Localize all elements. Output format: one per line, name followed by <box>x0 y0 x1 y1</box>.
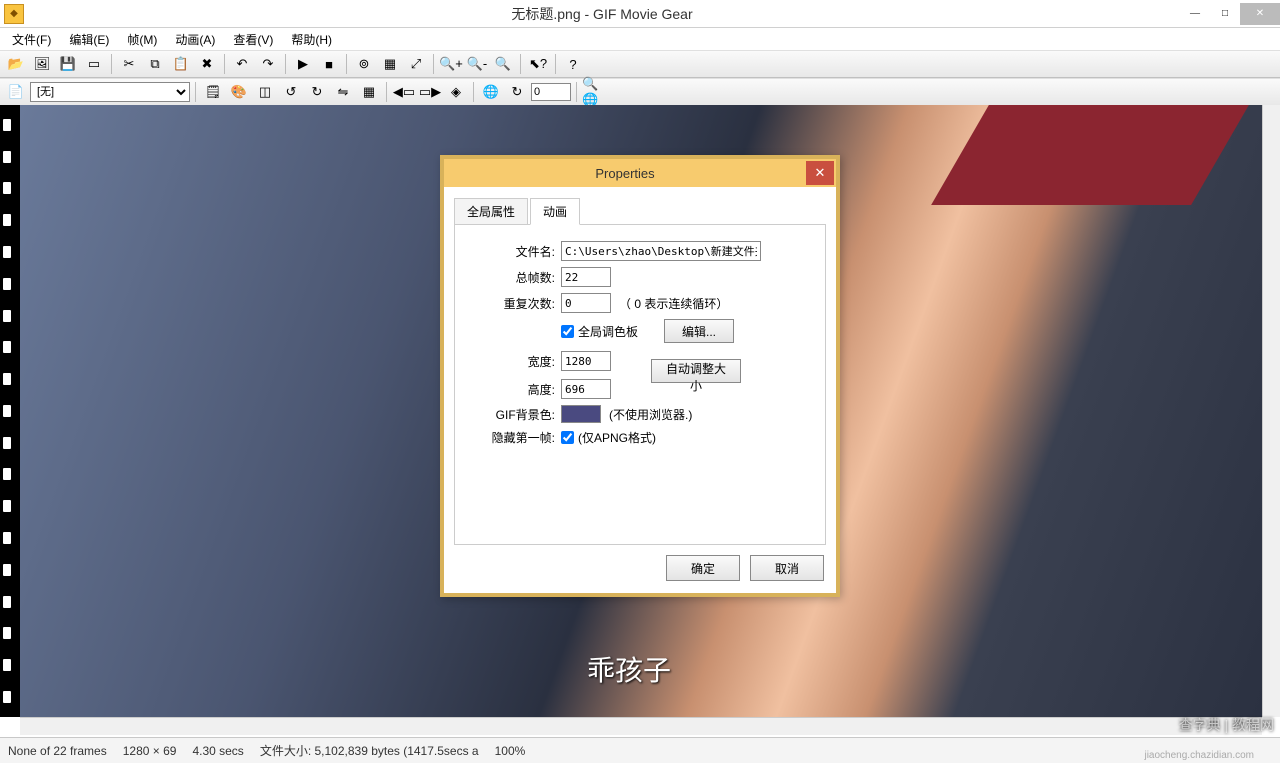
label-hide-first: 隐藏第一帧: <box>465 429 555 446</box>
menu-animation[interactable]: 动画(A) <box>167 29 223 50</box>
menubar: 文件(F) 编辑(E) 帧(M) 动画(A) 查看(V) 帮助(H) <box>0 28 1280 50</box>
ok-button[interactable]: 确定 <box>666 555 740 581</box>
total-frames-input[interactable] <box>561 267 611 287</box>
toolbar-main: 📂 🖼 💾 ▭ ✂ ⧉ 📋 ✖ ↶ ↷ ▶ ■ ⊚ ▦ ⤢ 🔍+ 🔍- 🔍 ⬉?… <box>0 50 1280 78</box>
autosize-button[interactable]: 自动调整大小 <box>651 359 741 383</box>
status-seconds: 4.30 secs <box>192 744 243 758</box>
edit-palette-button[interactable]: 编辑... <box>664 319 734 343</box>
repeat-hint: （ 0 表示连续循环） <box>619 295 728 312</box>
tab-animation[interactable]: 动画 <box>530 198 580 225</box>
stop-icon[interactable]: ■ <box>317 53 341 75</box>
label-bgcolor: GIF背景色: <box>465 406 555 423</box>
label-repeat: 重复次数: <box>465 295 555 312</box>
paste-icon[interactable]: 📋 <box>169 53 193 75</box>
dialog-buttons: 确定 取消 <box>444 545 836 593</box>
menu-file[interactable]: 文件(F) <box>4 29 59 50</box>
status-zoom: 100% <box>495 744 526 758</box>
label-global-palette: 全局调色板 <box>578 323 638 340</box>
vertical-scrollbar[interactable] <box>1262 105 1280 717</box>
bgcolor-hint: (不使用浏览器.) <box>609 406 692 423</box>
status-dimensions: 1280 × 69 <box>123 744 177 758</box>
bgcolor-swatch[interactable] <box>561 405 601 423</box>
watermark: 查字典 | 教程网 <box>1179 715 1274 735</box>
loop-count-input[interactable] <box>531 83 571 101</box>
frame-props-icon[interactable]: 🗒 <box>201 81 225 103</box>
save-icon[interactable]: 💾 <box>56 53 80 75</box>
menu-edit[interactable]: 编辑(E) <box>61 29 117 50</box>
global-palette-checkbox[interactable] <box>561 325 574 338</box>
cancel-button[interactable]: 取消 <box>750 555 824 581</box>
properties-dialog: Properties ✕ 全局属性 动画 文件名: 总帧数: 重复次数: （ 0… <box>440 155 840 597</box>
dialog-tabs: 全局属性 动画 <box>454 197 826 225</box>
tab-content: 文件名: 总帧数: 重复次数: （ 0 表示连续循环） 全局调色板 编辑... … <box>454 225 826 545</box>
transparency-icon[interactable]: ▦ <box>357 81 381 103</box>
tab-global[interactable]: 全局属性 <box>454 198 528 225</box>
optimize-icon[interactable]: ⊚ <box>352 53 376 75</box>
minimize-button[interactable]: — <box>1180 3 1210 25</box>
status-frames: None of 22 frames <box>8 744 107 758</box>
label-total-frames: 总帧数: <box>465 269 555 286</box>
label-height: 高度: <box>465 381 555 398</box>
resize-icon[interactable]: ⤢ <box>404 53 428 75</box>
new-blank-icon[interactable]: ▭ <box>82 53 106 75</box>
subtitle-text: 乖孩子 <box>587 649 671 689</box>
move-right-icon[interactable]: ▭▶ <box>418 81 442 103</box>
dialog-title: Properties <box>444 166 806 181</box>
watermark-url: jiaocheng.chazidian.com <box>1144 750 1254 761</box>
properties-icon[interactable]: 📄 <box>4 81 28 103</box>
move-left-icon[interactable]: ◀▭ <box>392 81 416 103</box>
dialog-close-button[interactable]: ✕ <box>806 161 834 185</box>
app-icon: ◆ <box>4 4 24 24</box>
help-icon[interactable]: ? <box>561 53 585 75</box>
filename-input[interactable] <box>561 241 761 261</box>
redo-icon[interactable]: ↷ <box>256 53 280 75</box>
hide-first-hint: (仅APNG格式) <box>578 429 656 446</box>
window-buttons: — □ ✕ <box>1180 3 1280 25</box>
dialog-titlebar[interactable]: Properties ✕ <box>444 159 836 187</box>
menu-view[interactable]: 查看(V) <box>225 29 281 50</box>
menu-help[interactable]: 帮助(H) <box>283 29 340 50</box>
horizontal-scrollbar[interactable] <box>20 717 1262 735</box>
label-width: 宽度: <box>465 353 555 370</box>
globe-icon[interactable]: 🌐 <box>479 81 503 103</box>
zoom-in-icon[interactable]: 🔍+ <box>439 53 463 75</box>
hide-first-checkbox[interactable] <box>561 431 574 444</box>
loop-icon[interactable]: ↻ <box>505 81 529 103</box>
preview-browser-icon[interactable]: 🔍🌐 <box>582 81 606 103</box>
filmstrip <box>0 105 20 717</box>
window-title: 无标题.png - GIF Movie Gear <box>24 4 1180 24</box>
cut-icon[interactable]: ✂ <box>117 53 141 75</box>
zoom-100-icon[interactable]: 🔍 <box>491 53 515 75</box>
repeat-input[interactable] <box>561 293 611 313</box>
rotate-left-icon[interactable]: ↺ <box>279 81 303 103</box>
menu-frame[interactable]: 帧(M) <box>119 29 165 50</box>
crop-icon[interactable]: ◫ <box>253 81 277 103</box>
copy-icon[interactable]: ⧉ <box>143 53 167 75</box>
zoom-out-icon[interactable]: 🔍- <box>465 53 489 75</box>
close-button[interactable]: ✕ <box>1240 3 1280 25</box>
undo-icon[interactable]: ↶ <box>230 53 254 75</box>
titlebar: ◆ 无标题.png - GIF Movie Gear — □ ✕ <box>0 0 1280 28</box>
flip-h-icon[interactable]: ⇋ <box>331 81 355 103</box>
preset-dropdown[interactable]: [无] <box>30 82 190 102</box>
status-filesize: 文件大小: 5,102,839 bytes (1417.5secs a <box>260 742 479 759</box>
delete-icon[interactable]: ✖ <box>195 53 219 75</box>
rotate-right-icon[interactable]: ↻ <box>305 81 329 103</box>
insert-frames-icon[interactable]: 🖼 <box>30 53 54 75</box>
label-filename: 文件名: <box>465 243 555 260</box>
center-icon[interactable]: ◈ <box>444 81 468 103</box>
statusbar: None of 22 frames 1280 × 69 4.30 secs 文件… <box>0 737 1280 763</box>
pointer-icon[interactable]: ⬉? <box>526 53 550 75</box>
height-input[interactable] <box>561 379 611 399</box>
reduce-colors-icon[interactable]: ▦ <box>378 53 402 75</box>
palette-icon[interactable]: 🎨 <box>227 81 251 103</box>
width-input[interactable] <box>561 351 611 371</box>
play-icon[interactable]: ▶ <box>291 53 315 75</box>
toolbar-secondary: 📄 [无] 🗒 🎨 ◫ ↺ ↻ ⇋ ▦ ◀▭ ▭▶ ◈ 🌐 ↻ 🔍🌐 <box>0 78 1280 106</box>
open-icon[interactable]: 📂 <box>4 53 28 75</box>
maximize-button[interactable]: □ <box>1210 3 1240 25</box>
